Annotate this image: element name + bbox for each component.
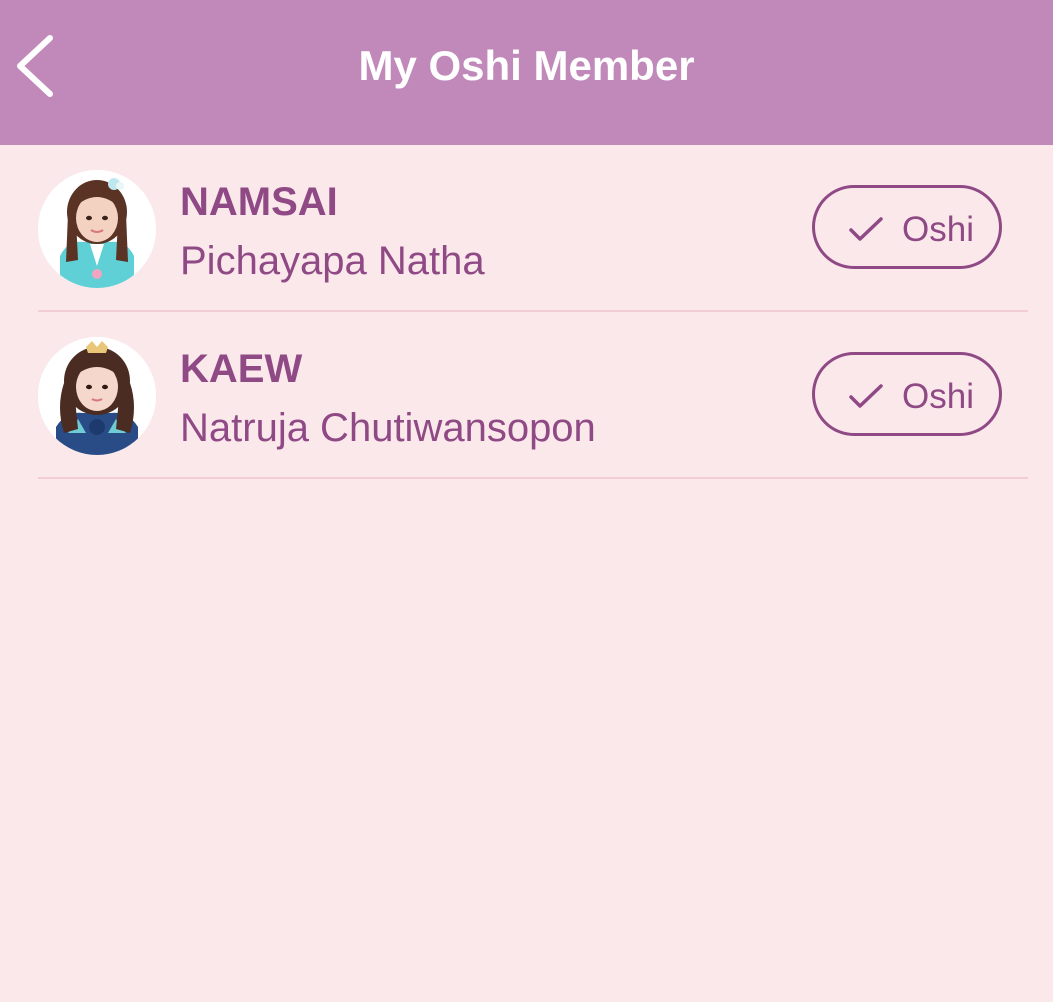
member-row: KAEW Natruja Chutiwansopon Oshi xyxy=(0,312,1053,479)
app-header: My Oshi Member xyxy=(0,0,1053,145)
member-full-name: Natruja Chutiwansopon xyxy=(180,406,596,450)
member-nickname: KAEW xyxy=(180,347,303,391)
page-title: My Oshi Member xyxy=(358,42,695,89)
check-icon xyxy=(849,217,883,241)
avatar-photo xyxy=(38,337,156,455)
check-icon xyxy=(849,384,883,408)
avatar-photo xyxy=(38,170,156,288)
oshi-button-label: Oshi xyxy=(902,210,974,249)
member-row: NAMSAI Pichayapa Natha Oshi xyxy=(0,145,1053,312)
row-divider xyxy=(38,477,1028,479)
member-full-name: Pichayapa Natha xyxy=(180,239,485,283)
member-avatar xyxy=(38,170,156,288)
oshi-button[interactable]: Oshi xyxy=(812,185,1002,269)
member-nickname: NAMSAI xyxy=(180,180,338,224)
app-screen: My Oshi Member NAMSAI Pichayapa Natha Os… xyxy=(0,0,1053,1002)
oshi-button-label: Oshi xyxy=(902,377,974,416)
oshi-member-list: NAMSAI Pichayapa Natha Oshi KAEW Natruja… xyxy=(0,145,1053,479)
oshi-button[interactable]: Oshi xyxy=(812,352,1002,436)
member-avatar xyxy=(38,337,156,455)
